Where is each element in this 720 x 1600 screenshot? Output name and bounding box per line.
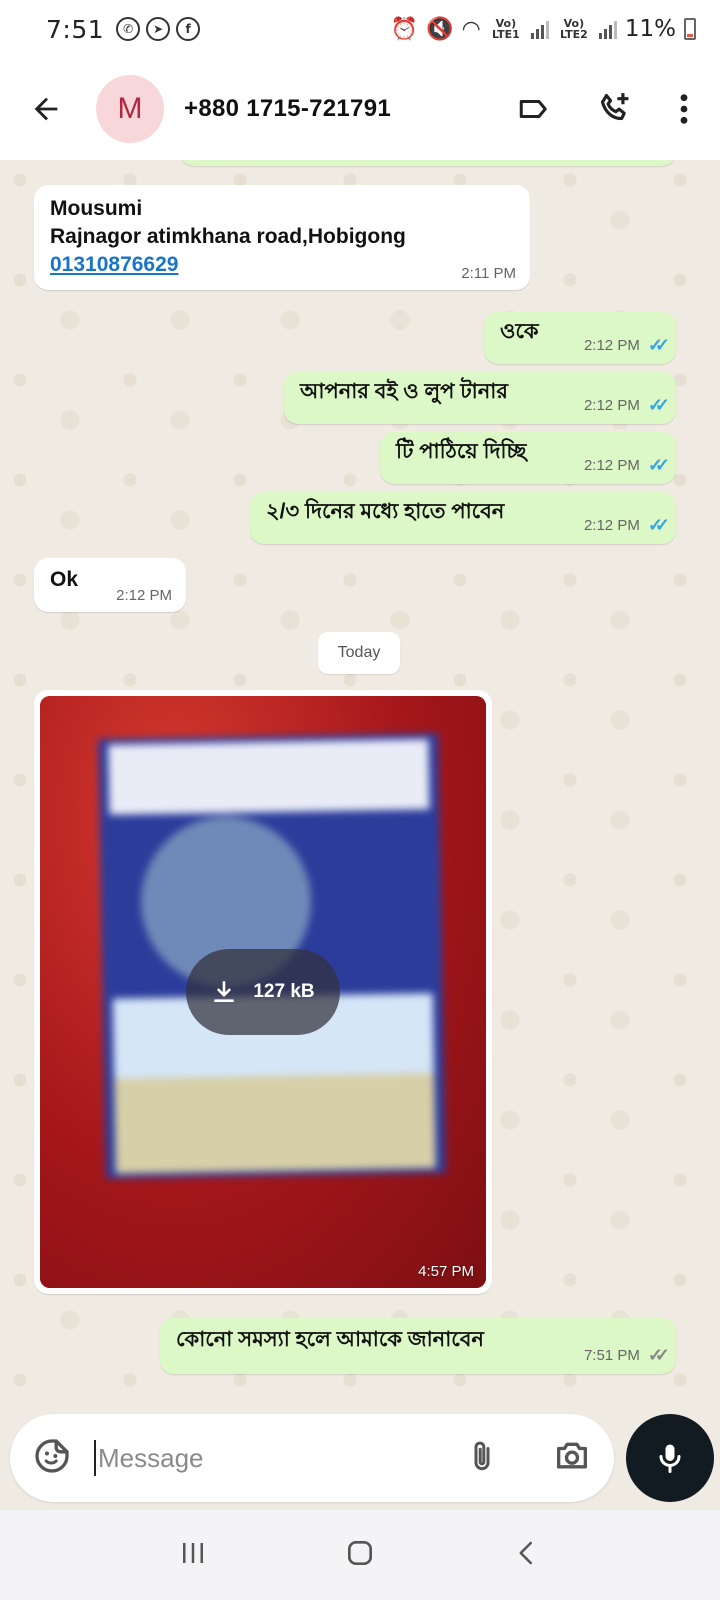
mute-icon: 🔇 bbox=[426, 16, 454, 42]
read-ticks-icon: ✓✓ bbox=[647, 395, 670, 415]
more-vert-icon bbox=[680, 94, 688, 124]
delivered-ticks-icon: ✓✓ bbox=[647, 1345, 670, 1365]
camera-button[interactable] bbox=[552, 1436, 592, 1480]
signal-icon bbox=[530, 19, 549, 39]
contact-name[interactable]: +880 1715-721791 bbox=[184, 95, 391, 123]
phone-link[interactable]: 01310876629 bbox=[50, 251, 514, 279]
voice-message-button[interactable] bbox=[626, 1414, 714, 1502]
message-bubble-outgoing[interactable]: কোনো সমস্যা হলে আমাকে জানাবেন 7:51 PM ✓✓ bbox=[160, 1318, 676, 1374]
message-time: 2:11 PM bbox=[461, 265, 516, 282]
message-text: Rajnagor atimkhana road,Hobigong bbox=[50, 225, 406, 248]
back-button[interactable] bbox=[26, 89, 66, 129]
home-icon bbox=[348, 1541, 372, 1565]
read-ticks-icon: ✓✓ bbox=[647, 455, 670, 475]
label-icon bbox=[519, 100, 547, 118]
camera-icon bbox=[557, 1442, 587, 1469]
download-icon bbox=[214, 980, 235, 1002]
avatar[interactable]: M bbox=[96, 75, 164, 143]
message-time: 2:12 PM bbox=[116, 587, 172, 604]
chat-header: M +880 1715-721791 bbox=[0, 58, 720, 160]
download-button[interactable]: 127 kB bbox=[186, 949, 340, 1035]
status-time: 7:51 bbox=[46, 14, 105, 44]
message-bubble-outgoing[interactable]: টি পাঠিয়ে দিচ্ছি 2:12 PM ✓✓ bbox=[380, 432, 676, 484]
message-bubble-incoming[interactable]: Mousumi Rajnagor atimkhana road,Hobigong… bbox=[34, 185, 530, 290]
message-time: 7:51 PM ✓✓ bbox=[583, 1345, 670, 1365]
read-ticks-icon: ✓✓ bbox=[647, 515, 670, 535]
message-time: 2:12 PM ✓✓ bbox=[583, 395, 670, 415]
more-options-button[interactable] bbox=[678, 92, 690, 126]
battery-icon bbox=[684, 18, 696, 40]
file-size: 127 kB bbox=[253, 981, 315, 1002]
mic-icon bbox=[659, 1444, 681, 1473]
sticker-icon bbox=[35, 1439, 69, 1473]
wifi-icon: ◠ bbox=[461, 16, 481, 42]
image-message[interactable]: 127 kB 4:57 PM bbox=[34, 690, 492, 1294]
sticker-button[interactable] bbox=[32, 1436, 72, 1480]
home-button[interactable] bbox=[344, 1537, 376, 1573]
sim1-label: Vo) LTE1 bbox=[491, 17, 520, 41]
message-input[interactable] bbox=[98, 1442, 398, 1474]
message-time: 2:12 PM ✓✓ bbox=[583, 455, 670, 475]
signal-icon bbox=[598, 19, 617, 39]
attach-button[interactable] bbox=[464, 1436, 500, 1480]
message-time: 2:12 PM ✓✓ bbox=[583, 515, 670, 535]
message-composer bbox=[10, 1414, 614, 1502]
read-ticks-icon: ✓✓ bbox=[647, 335, 670, 355]
recent-apps-button[interactable] bbox=[178, 1538, 208, 1572]
message-text: Mousumi bbox=[50, 197, 143, 220]
text-cursor bbox=[94, 1440, 96, 1476]
label-button[interactable] bbox=[516, 91, 552, 127]
message-bubble-outgoing[interactable]: ওকে 2:12 PM ✓✓ bbox=[484, 312, 676, 364]
add-call-icon bbox=[600, 93, 629, 121]
arrow-left-icon bbox=[34, 97, 58, 121]
chevron-left-icon bbox=[519, 1541, 532, 1565]
battery-percent: 11% bbox=[624, 16, 676, 42]
recent-apps-icon bbox=[183, 1543, 203, 1563]
message-bubble-outgoing[interactable]: ২/৩ দিনের মধ্যে হাতে পাবেন 2:12 PM ✓✓ bbox=[250, 492, 676, 544]
message-bubble-incoming[interactable]: Ok 2:12 PM bbox=[34, 558, 186, 612]
message-bubble-outgoing[interactable]: আপনার বই ও লুপ টানার 2:12 PM ✓✓ bbox=[284, 372, 676, 424]
image-preview[interactable]: 127 kB 4:57 PM bbox=[40, 696, 486, 1288]
whatsapp-notification-icon: ✆ bbox=[116, 17, 141, 41]
sim2-label: Vo) LTE2 bbox=[559, 17, 588, 41]
messenger-notification-icon: ➤ bbox=[146, 17, 171, 41]
facebook-notification-icon: f bbox=[176, 17, 201, 41]
message-bubble-partial[interactable] bbox=[180, 160, 676, 166]
system-nav-bar bbox=[0, 1510, 720, 1600]
add-call-button[interactable] bbox=[596, 90, 634, 128]
status-bar: 7:51 ✆ ➤ f ⏰ 🔇 ◠ Vo) LTE1 Vo) LTE2 11% bbox=[0, 0, 720, 58]
chat-area[interactable]: Mousumi Rajnagor atimkhana road,Hobigong… bbox=[0, 160, 720, 1410]
message-time: 4:57 PM bbox=[418, 1263, 474, 1280]
alarm-icon: ⏰ bbox=[390, 16, 419, 42]
date-separator: Today bbox=[318, 632, 400, 674]
nav-back-button[interactable] bbox=[512, 1538, 542, 1572]
message-time: 2:12 PM ✓✓ bbox=[583, 335, 670, 355]
paperclip-icon bbox=[474, 1441, 490, 1471]
